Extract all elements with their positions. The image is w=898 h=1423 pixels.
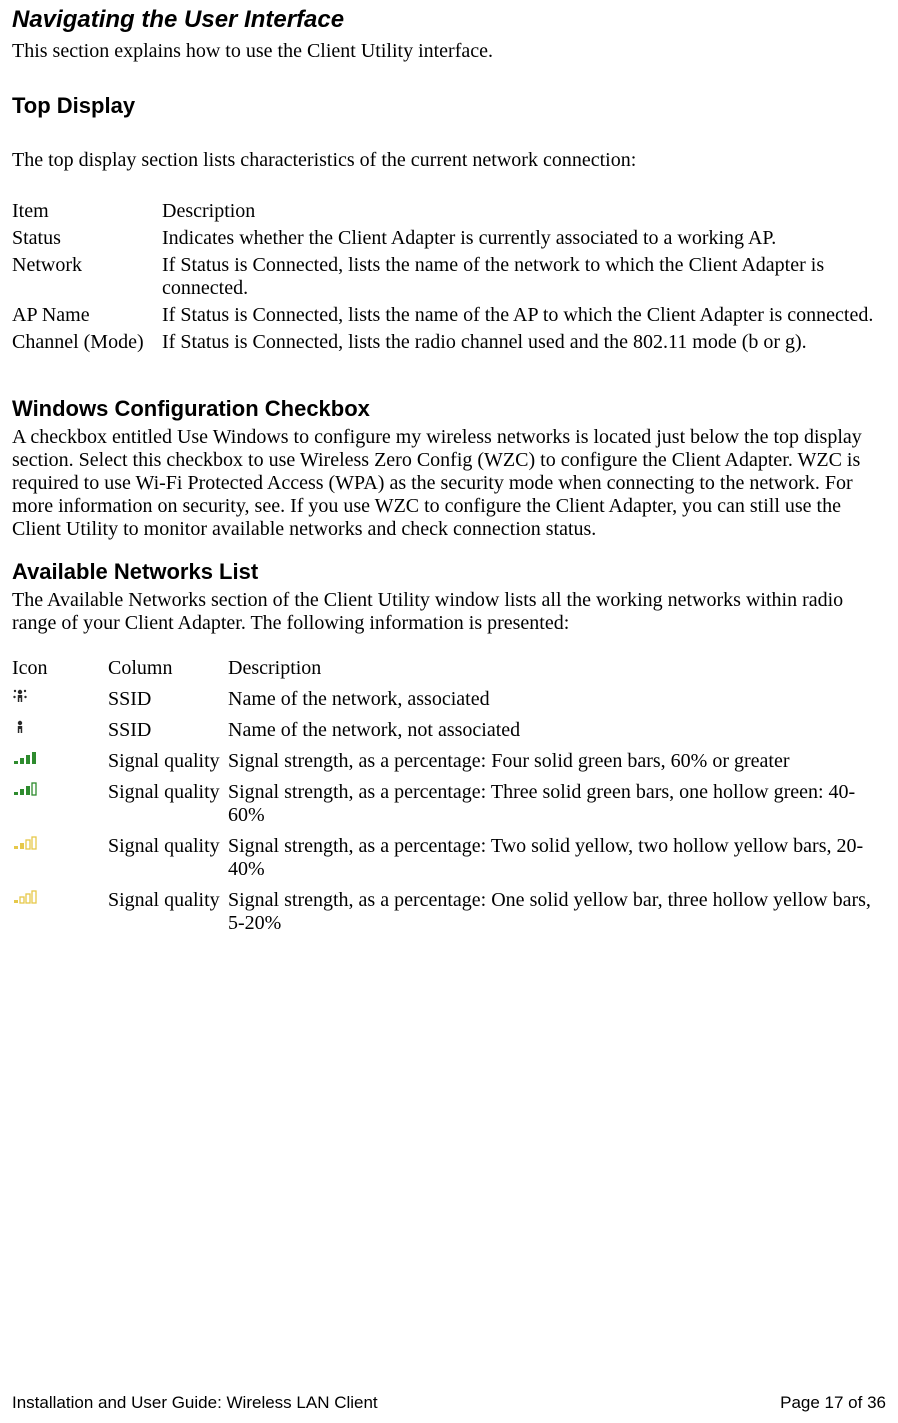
table-row: AP Name If Status is Connected, lists th… xyxy=(12,302,886,329)
cell-column: SSID xyxy=(108,715,228,746)
table-row: Network If Status is Connected, lists th… xyxy=(12,252,886,302)
signal-2-icon xyxy=(12,835,40,851)
cell-description: Signal strength, as a percentage: One so… xyxy=(228,885,886,939)
cell-description: If Status is Connected, lists the name o… xyxy=(162,302,886,329)
cell-description: If Status is Connected, lists the radio … xyxy=(162,329,886,356)
wzc-heading: Windows Configuration Checkbox xyxy=(12,396,886,422)
signal-4-icon xyxy=(12,750,40,766)
cell-item: Status xyxy=(12,225,162,252)
table-header-row: Icon Column Description xyxy=(12,653,886,684)
top-display-heading: Top Display xyxy=(12,93,886,119)
cell-description: Name of the network, not associated xyxy=(228,715,886,746)
header-icon: Icon xyxy=(12,653,108,684)
ssid-associated-icon xyxy=(12,688,28,704)
table-row: Signal quality Signal strength, as a per… xyxy=(12,831,886,885)
table-row: SSID Name of the network, not associated xyxy=(12,715,886,746)
table-header-row: Item Description xyxy=(12,198,886,225)
table-row: Status Indicates whether the Client Adap… xyxy=(12,225,886,252)
networks-heading: Available Networks List xyxy=(12,559,886,585)
cell-item: AP Name xyxy=(12,302,162,329)
cell-description: Signal strength, as a percentage: Three … xyxy=(228,777,886,831)
intro-text: This section explains how to use the Cli… xyxy=(12,40,886,63)
table-row: Signal quality Signal strength, as a per… xyxy=(12,746,886,777)
cell-column: Signal quality xyxy=(108,885,228,939)
cell-column: Signal quality xyxy=(108,777,228,831)
header-description: Description xyxy=(228,653,886,684)
table-row: Signal quality Signal strength, as a per… xyxy=(12,885,886,939)
top-display-lead: The top display section lists characteri… xyxy=(12,149,886,172)
cell-column: Signal quality xyxy=(108,831,228,885)
signal-3-icon xyxy=(12,781,40,797)
header-description: Description xyxy=(162,198,886,225)
top-display-table: Item Description Status Indicates whethe… xyxy=(12,198,886,356)
cell-item: Network xyxy=(12,252,162,302)
table-row: SSID Name of the network, associated xyxy=(12,684,886,715)
cell-item: Channel (Mode) xyxy=(12,329,162,356)
networks-table: Icon Column Description SSID Name of the… xyxy=(12,653,886,939)
cell-column: Signal quality xyxy=(108,746,228,777)
cell-description: Signal strength, as a percentage: Two so… xyxy=(228,831,886,885)
footer-left: Installation and User Guide: Wireless LA… xyxy=(12,1393,378,1413)
signal-1-icon xyxy=(12,889,40,905)
page-footer: Installation and User Guide: Wireless LA… xyxy=(12,1393,886,1413)
footer-right: Page 17 of 36 xyxy=(780,1393,886,1413)
ssid-not-associated-icon xyxy=(12,719,28,735)
networks-lead: The Available Networks section of the Cl… xyxy=(12,589,886,635)
cell-column: SSID xyxy=(108,684,228,715)
page-title: Navigating the User Interface xyxy=(12,6,886,34)
header-column: Column xyxy=(108,653,228,684)
wzc-body: A checkbox entitled Use Windows to confi… xyxy=(12,426,886,541)
cell-description: Indicates whether the Client Adapter is … xyxy=(162,225,886,252)
table-row: Signal quality Signal strength, as a per… xyxy=(12,777,886,831)
header-item: Item xyxy=(12,198,162,225)
table-row: Channel (Mode) If Status is Connected, l… xyxy=(12,329,886,356)
cell-description: If Status is Connected, lists the name o… xyxy=(162,252,886,302)
cell-description: Name of the network, associated xyxy=(228,684,886,715)
cell-description: Signal strength, as a percentage: Four s… xyxy=(228,746,886,777)
